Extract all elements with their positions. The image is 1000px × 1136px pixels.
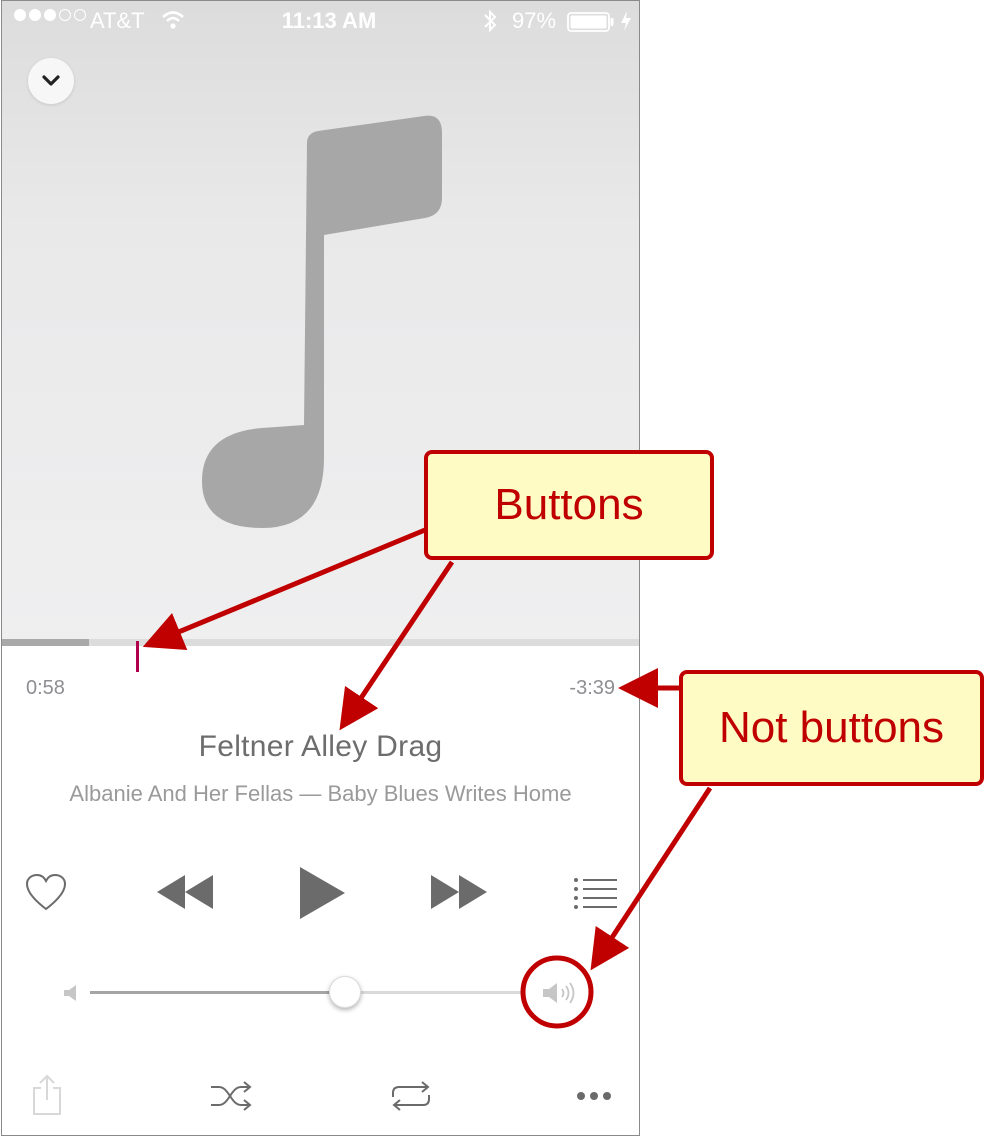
more-button[interactable] xyxy=(572,1081,616,1111)
progress-played xyxy=(2,639,89,646)
volume-slider[interactable] xyxy=(90,991,522,994)
rewind-icon xyxy=(157,875,213,909)
chevron-down-icon xyxy=(42,75,60,86)
not-buttons-callout: Not buttons xyxy=(679,670,984,786)
up-next-button[interactable] xyxy=(570,873,622,913)
shuffle-icon xyxy=(211,1081,252,1111)
battery-icon xyxy=(567,12,614,32)
speaker-low-icon xyxy=(64,985,76,1001)
shuffle-button[interactable] xyxy=(208,1079,254,1113)
phone-screen: AT&T 11:13 AM 97% 0:58 -3:39 Feltner All… xyxy=(1,0,640,1136)
more-icon xyxy=(577,1092,611,1100)
rewind-button[interactable] xyxy=(152,865,218,919)
play-icon xyxy=(300,867,345,919)
speaker-high-icon xyxy=(543,982,575,1004)
volume-level xyxy=(90,991,345,994)
repeat-icon xyxy=(392,1081,430,1111)
status-bar: AT&T 11:13 AM 97% xyxy=(2,1,639,41)
fast-forward-button[interactable] xyxy=(426,865,492,919)
progress-scrubber[interactable] xyxy=(2,639,639,646)
share-icon xyxy=(33,1074,61,1115)
dismiss-button[interactable] xyxy=(28,58,74,104)
play-button[interactable] xyxy=(292,861,352,925)
volume-slider-knob[interactable] xyxy=(329,976,361,1008)
music-note-icon xyxy=(202,115,442,528)
wifi-icon xyxy=(162,11,184,29)
scrubber-handle[interactable] xyxy=(136,641,139,672)
buttons-callout: Buttons xyxy=(424,450,714,560)
repeat-button[interactable] xyxy=(388,1079,434,1113)
heart-icon xyxy=(25,874,67,911)
fast-forward-icon xyxy=(431,875,487,909)
bluetooth-icon xyxy=(484,9,497,33)
love-button[interactable] xyxy=(24,871,68,915)
signal-strength-icon xyxy=(14,9,86,21)
song-title[interactable]: Feltner Alley Drag xyxy=(2,730,639,764)
list-icon xyxy=(574,878,617,909)
charging-icon xyxy=(621,11,631,31)
carrier-name: AT&T xyxy=(90,8,145,33)
share-button[interactable] xyxy=(30,1073,64,1117)
battery-percent: 97% xyxy=(512,8,557,33)
remaining-time: -3:39 xyxy=(569,677,615,699)
artist-album-label[interactable]: Albanie And Her Fellas — Baby Blues Writ… xyxy=(2,781,639,807)
elapsed-time: 0:58 xyxy=(26,677,65,699)
status-time: 11:13 AM xyxy=(281,8,377,33)
